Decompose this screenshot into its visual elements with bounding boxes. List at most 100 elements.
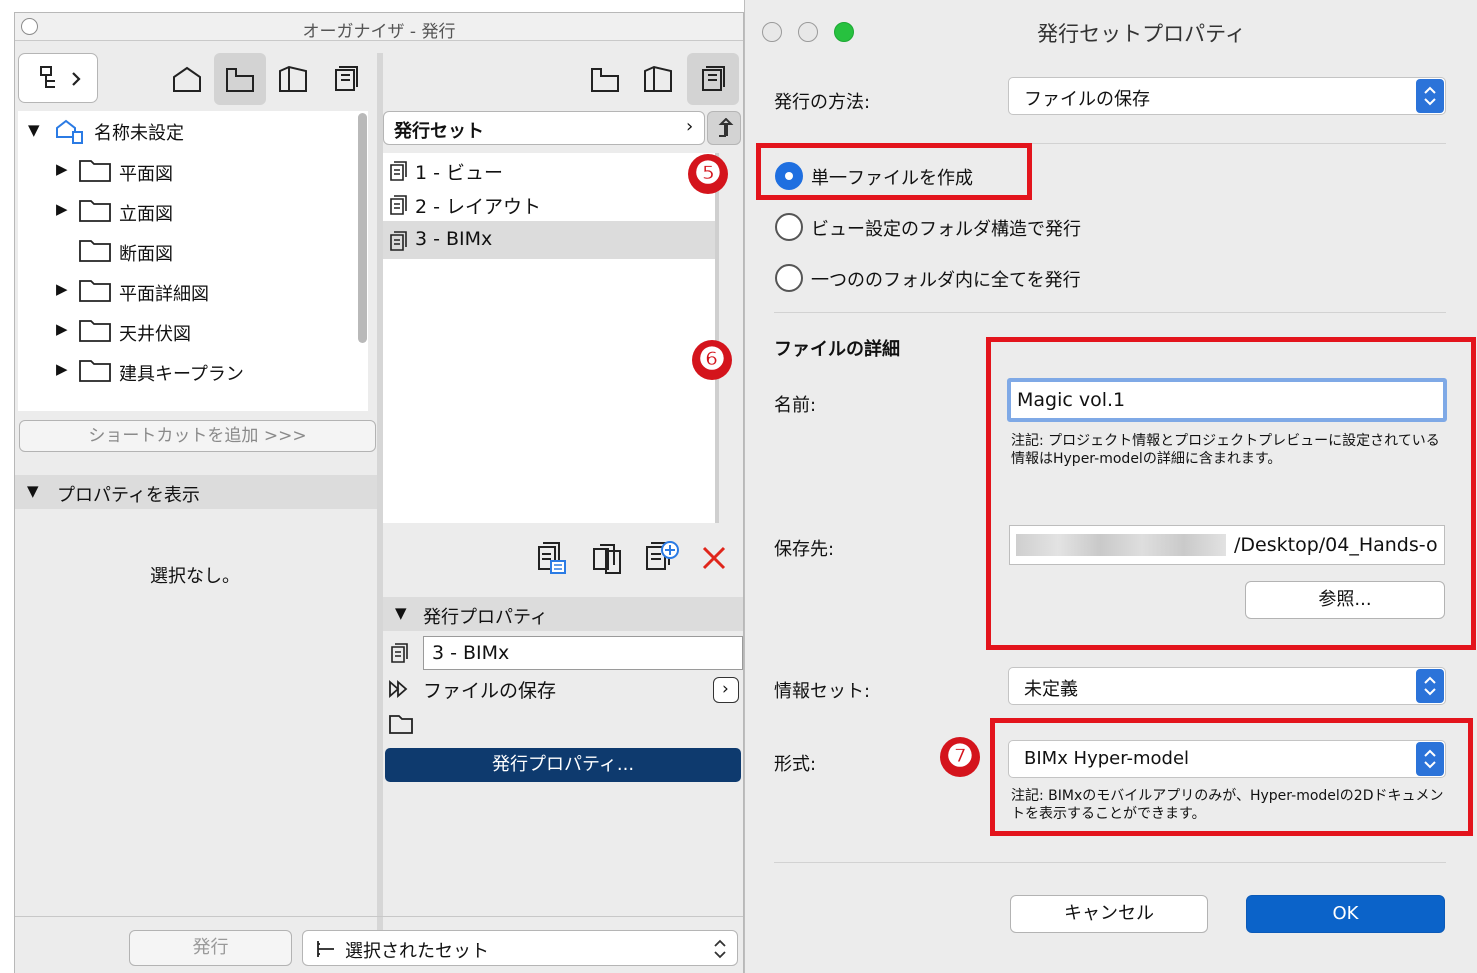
project-map-tab[interactable] <box>161 53 213 105</box>
tree-item-label: 立面図 <box>119 204 173 225</box>
collapse-arrow-icon[interactable]: ▼ <box>395 604 407 622</box>
ok-button[interactable]: OK <box>1246 895 1445 933</box>
cancel-button[interactable]: キャンセル <box>1010 895 1208 933</box>
select-stepper <box>1416 79 1444 113</box>
section-divider <box>774 312 1446 313</box>
radio-single-folder[interactable]: 一つののフォルダ内に全てを発行 <box>775 262 1135 294</box>
highlight-box-file-details <box>986 337 1476 650</box>
tree-item-label: 平面図 <box>119 164 173 185</box>
radio-folder-structure[interactable]: ビュー設定のフォルダ構造で発行 <box>775 211 1135 243</box>
add-set-icon[interactable] <box>643 539 681 577</box>
radio-button[interactable] <box>775 264 803 292</box>
expand-arrow-icon[interactable]: ▶ <box>56 200 68 218</box>
navigator-mode-button[interactable] <box>18 53 98 103</box>
tree-item-label: 建具キープラン <box>119 364 244 385</box>
view-map-icon <box>226 68 254 92</box>
properties-header[interactable]: ▼ プロパティを表示 <box>15 475 377 509</box>
tree-item[interactable]: ▶ 平面図 <box>18 151 368 191</box>
tree-item[interactable]: ▶ 平面詳細図 <box>18 271 368 311</box>
new-set-icon[interactable] <box>533 541 569 577</box>
tree-item[interactable]: 断面図 <box>18 231 368 271</box>
list-lines-icon <box>317 941 334 957</box>
updown-chevron-icon <box>714 939 726 959</box>
arrow-up-icon <box>718 118 734 137</box>
tree-scrollbar[interactable] <box>358 113 367 343</box>
publisher-item-icon <box>390 161 407 181</box>
publish-properties-header[interactable]: ▼ 発行プロパティ <box>383 597 743 631</box>
publisher-sets-tab-right[interactable] <box>687 53 739 105</box>
view-map-tab-right[interactable] <box>579 53 631 105</box>
sets-list-scrollbar[interactable] <box>715 153 719 523</box>
publish-properties-header-label: 発行プロパティ <box>423 607 548 628</box>
view-tree-panel: ▼ 名称未設定 ▶ 平面図 ▶ 立面図 断面図 ▶ 平面詳細図 ▶ 天井伏図 ▶… <box>18 111 368 411</box>
folder-icon <box>389 715 413 734</box>
radio-button[interactable] <box>775 213 803 241</box>
publisher-icon <box>335 66 358 91</box>
method-value: ファイルの保存 <box>423 680 557 702</box>
list-item[interactable]: 1 - ビュー <box>383 153 717 187</box>
dialog-title: 発行セットプロパティ <box>1037 22 1246 46</box>
properties-header-label: プロパティを表示 <box>57 485 200 506</box>
layout-book-tab[interactable] <box>267 53 319 105</box>
expand-arrow-icon[interactable]: ▶ <box>56 160 68 178</box>
list-item-label: 1 - ビュー <box>415 162 504 184</box>
expand-arrow-icon[interactable]: ▼ <box>28 121 40 139</box>
tree-structure-icon <box>40 66 81 88</box>
folder-icon <box>79 200 111 222</box>
method-detail-button[interactable]: › <box>713 677 739 703</box>
method-label: 発行の方法: <box>774 92 871 113</box>
radio-label: 一つののフォルダ内に全てを発行 <box>811 270 1081 291</box>
folder-icon <box>79 160 111 182</box>
folder-icon <box>79 320 111 342</box>
method-select[interactable]: ファイルの保存 <box>1008 77 1446 115</box>
tree-item-label: 平面詳細図 <box>119 284 209 305</box>
tree-item-label: 断面図 <box>119 244 173 265</box>
radio-label: ビュー設定のフォルダ構造で発行 <box>811 219 1081 240</box>
publish-properties-button[interactable]: 発行プロパティ... <box>385 748 741 782</box>
publisher-item-icon <box>390 195 407 215</box>
add-shortcut-button[interactable]: ショートカットを追加 >>> <box>19 420 376 452</box>
name-label: 名前: <box>774 395 817 416</box>
tree-item-label: 天井伏図 <box>119 324 191 345</box>
tree-root-label[interactable]: 名称未設定 <box>94 119 184 145</box>
collapse-arrow-icon[interactable]: ▼ <box>27 482 39 500</box>
organizer-window: オーガナイザ - 発行 ▼ 名称未設定 ▶ 平面図 ▶ 立面図 断面図 ▶ 平面… <box>14 12 744 973</box>
publish-scope-select[interactable]: 選択されたセット <box>302 930 738 966</box>
set-name-field[interactable]: 3 - BIMx <box>423 636 743 670</box>
expand-arrow-icon[interactable]: ▶ <box>56 320 68 338</box>
expand-arrow-icon[interactable]: ▶ <box>56 280 68 298</box>
view-map-icon <box>591 68 619 92</box>
format-label: 形式: <box>774 754 817 775</box>
folder-icon <box>79 360 111 382</box>
step-badge-5: ❺ <box>688 154 728 194</box>
info-set-select[interactable]: 未定義 <box>1008 667 1446 705</box>
list-item[interactable]: 2 - レイアウト <box>383 187 717 221</box>
publisher-item-icon <box>391 643 408 663</box>
duplicate-set-icon[interactable] <box>590 541 626 577</box>
chevron-right-icon: › <box>686 116 694 137</box>
delete-icon[interactable] <box>701 545 727 571</box>
organizer-titlebar: オーガナイザ - 発行 <box>15 13 743 42</box>
expand-arrow-icon[interactable]: ▶ <box>56 360 68 378</box>
step-badge-6: ❻ <box>692 340 732 380</box>
move-up-button[interactable] <box>707 111 741 145</box>
step-badge-7: ❼ <box>940 737 980 777</box>
folder-icon <box>79 280 111 302</box>
organizer-title: オーガナイザ - 発行 <box>302 22 456 42</box>
layout-book-tab-right[interactable] <box>632 53 684 105</box>
layout-book-icon <box>644 65 672 92</box>
publish-button[interactable]: 発行 <box>129 930 292 966</box>
tree-item[interactable]: ▶ 天井伏図 <box>18 311 368 351</box>
view-map-tab[interactable] <box>214 53 266 105</box>
highlight-box-single-file <box>756 143 1032 200</box>
tree-item[interactable]: ▶ 建具キープラン <box>18 351 368 391</box>
publish-sets-list: 1 - ビュー 2 - レイアウト 3 - BIMx <box>383 153 717 523</box>
publish-method-icon <box>389 680 408 698</box>
publisher-sets-tab[interactable] <box>320 53 372 105</box>
tree-item[interactable]: ▶ 立面図 <box>18 191 368 231</box>
publish-set-dropdown[interactable]: 発行セット › <box>383 111 705 145</box>
destination-label: 保存先: <box>774 539 835 560</box>
list-item-selected[interactable]: 3 - BIMx <box>383 221 717 259</box>
publish-scope-value: 選択されたセット <box>345 941 489 962</box>
project-house-icon <box>56 119 83 144</box>
